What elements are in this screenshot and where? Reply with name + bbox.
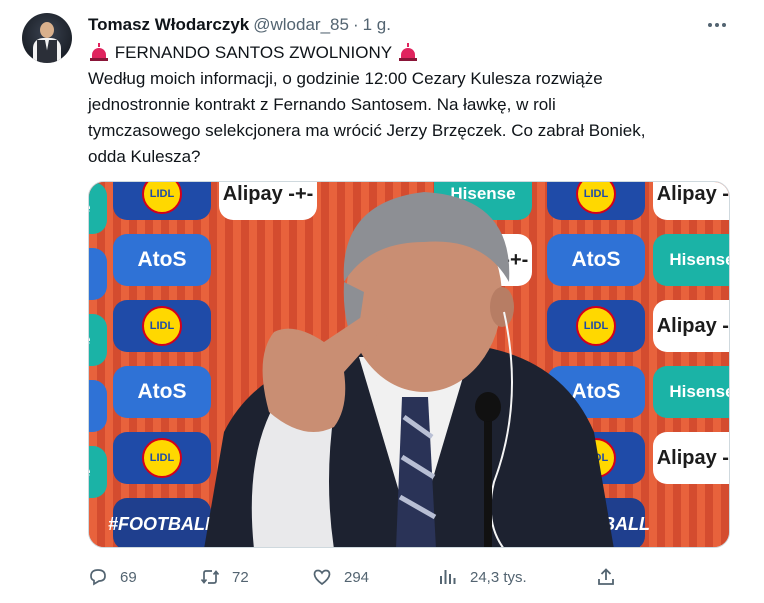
tweet-text-line: jednostronnie kontrakt z Fernando Santos… bbox=[88, 95, 556, 114]
like-count: 294 bbox=[344, 568, 370, 586]
sponsor-alipay: Alipay -+- bbox=[653, 432, 729, 484]
views-count: 24,3 tys. bbox=[470, 568, 527, 586]
sponsor-hisense: Hisense bbox=[89, 446, 107, 498]
press-conference-figure bbox=[204, 192, 614, 547]
sponsor-atos: AtoS bbox=[89, 380, 107, 432]
headline-text: FERNANDO SANTOS ZWOLNIONY bbox=[114, 43, 392, 62]
sponsor-hisense: Hisense bbox=[653, 234, 729, 286]
timestamp[interactable]: 1 g. bbox=[363, 15, 391, 35]
views-button[interactable]: 24,3 tys. bbox=[438, 566, 527, 588]
siren-icon bbox=[90, 43, 108, 61]
siren-icon bbox=[398, 43, 417, 61]
sponsor-alipay: Alipay -+- bbox=[653, 182, 729, 220]
tweet-header: Tomasz Włodarczyk @wlodar_85 · 1 g. bbox=[88, 14, 391, 36]
retweet-icon bbox=[200, 570, 220, 584]
views-icon bbox=[440, 570, 456, 584]
retweet-button[interactable]: 72 bbox=[200, 566, 249, 588]
sponsor-alipay: Alipay -+- bbox=[653, 300, 729, 352]
tweet-actions: 69 72 294 24,3 tys. bbox=[88, 566, 628, 588]
retweet-count: 72 bbox=[232, 568, 249, 586]
sponsor-hisense: Hisense bbox=[653, 366, 729, 418]
tweet-text: FERNANDO SANTOS ZWOLNIONY Według moich i… bbox=[88, 40, 718, 170]
tweet-photo[interactable]: Hisense AtoS Hisense AtoS Hisense LIDL A… bbox=[88, 181, 730, 548]
tweet: Tomasz Włodarczyk @wlodar_85 · 1 g. FERN… bbox=[0, 0, 764, 603]
tweet-text-line: tymczasowego selekcjonera ma wrócić Jerz… bbox=[88, 121, 646, 140]
sponsor-hisense: Hisense bbox=[89, 314, 107, 366]
sponsor-hisense: Hisense bbox=[89, 182, 107, 234]
reply-count: 69 bbox=[120, 568, 137, 586]
more-icon[interactable] bbox=[702, 14, 732, 36]
avatar[interactable] bbox=[22, 13, 72, 63]
like-button[interactable]: 294 bbox=[312, 566, 369, 588]
reply-button[interactable]: 69 bbox=[88, 566, 137, 588]
like-icon bbox=[313, 569, 331, 586]
reply-icon bbox=[90, 569, 106, 586]
separator: · bbox=[352, 15, 359, 34]
share-button[interactable] bbox=[596, 566, 616, 588]
sponsor-atos: AtoS bbox=[89, 248, 107, 300]
author-name[interactable]: Tomasz Włodarczyk bbox=[88, 15, 249, 35]
tweet-text-line: odda Kulesza? bbox=[88, 147, 201, 166]
tweet-headline: FERNANDO SANTOS ZWOLNIONY bbox=[88, 40, 718, 66]
share-icon bbox=[598, 568, 614, 585]
author-handle[interactable]: @wlodar_85 bbox=[253, 15, 349, 35]
tweet-text-line: Według moich informacji, o godzinie 12:0… bbox=[88, 69, 603, 88]
